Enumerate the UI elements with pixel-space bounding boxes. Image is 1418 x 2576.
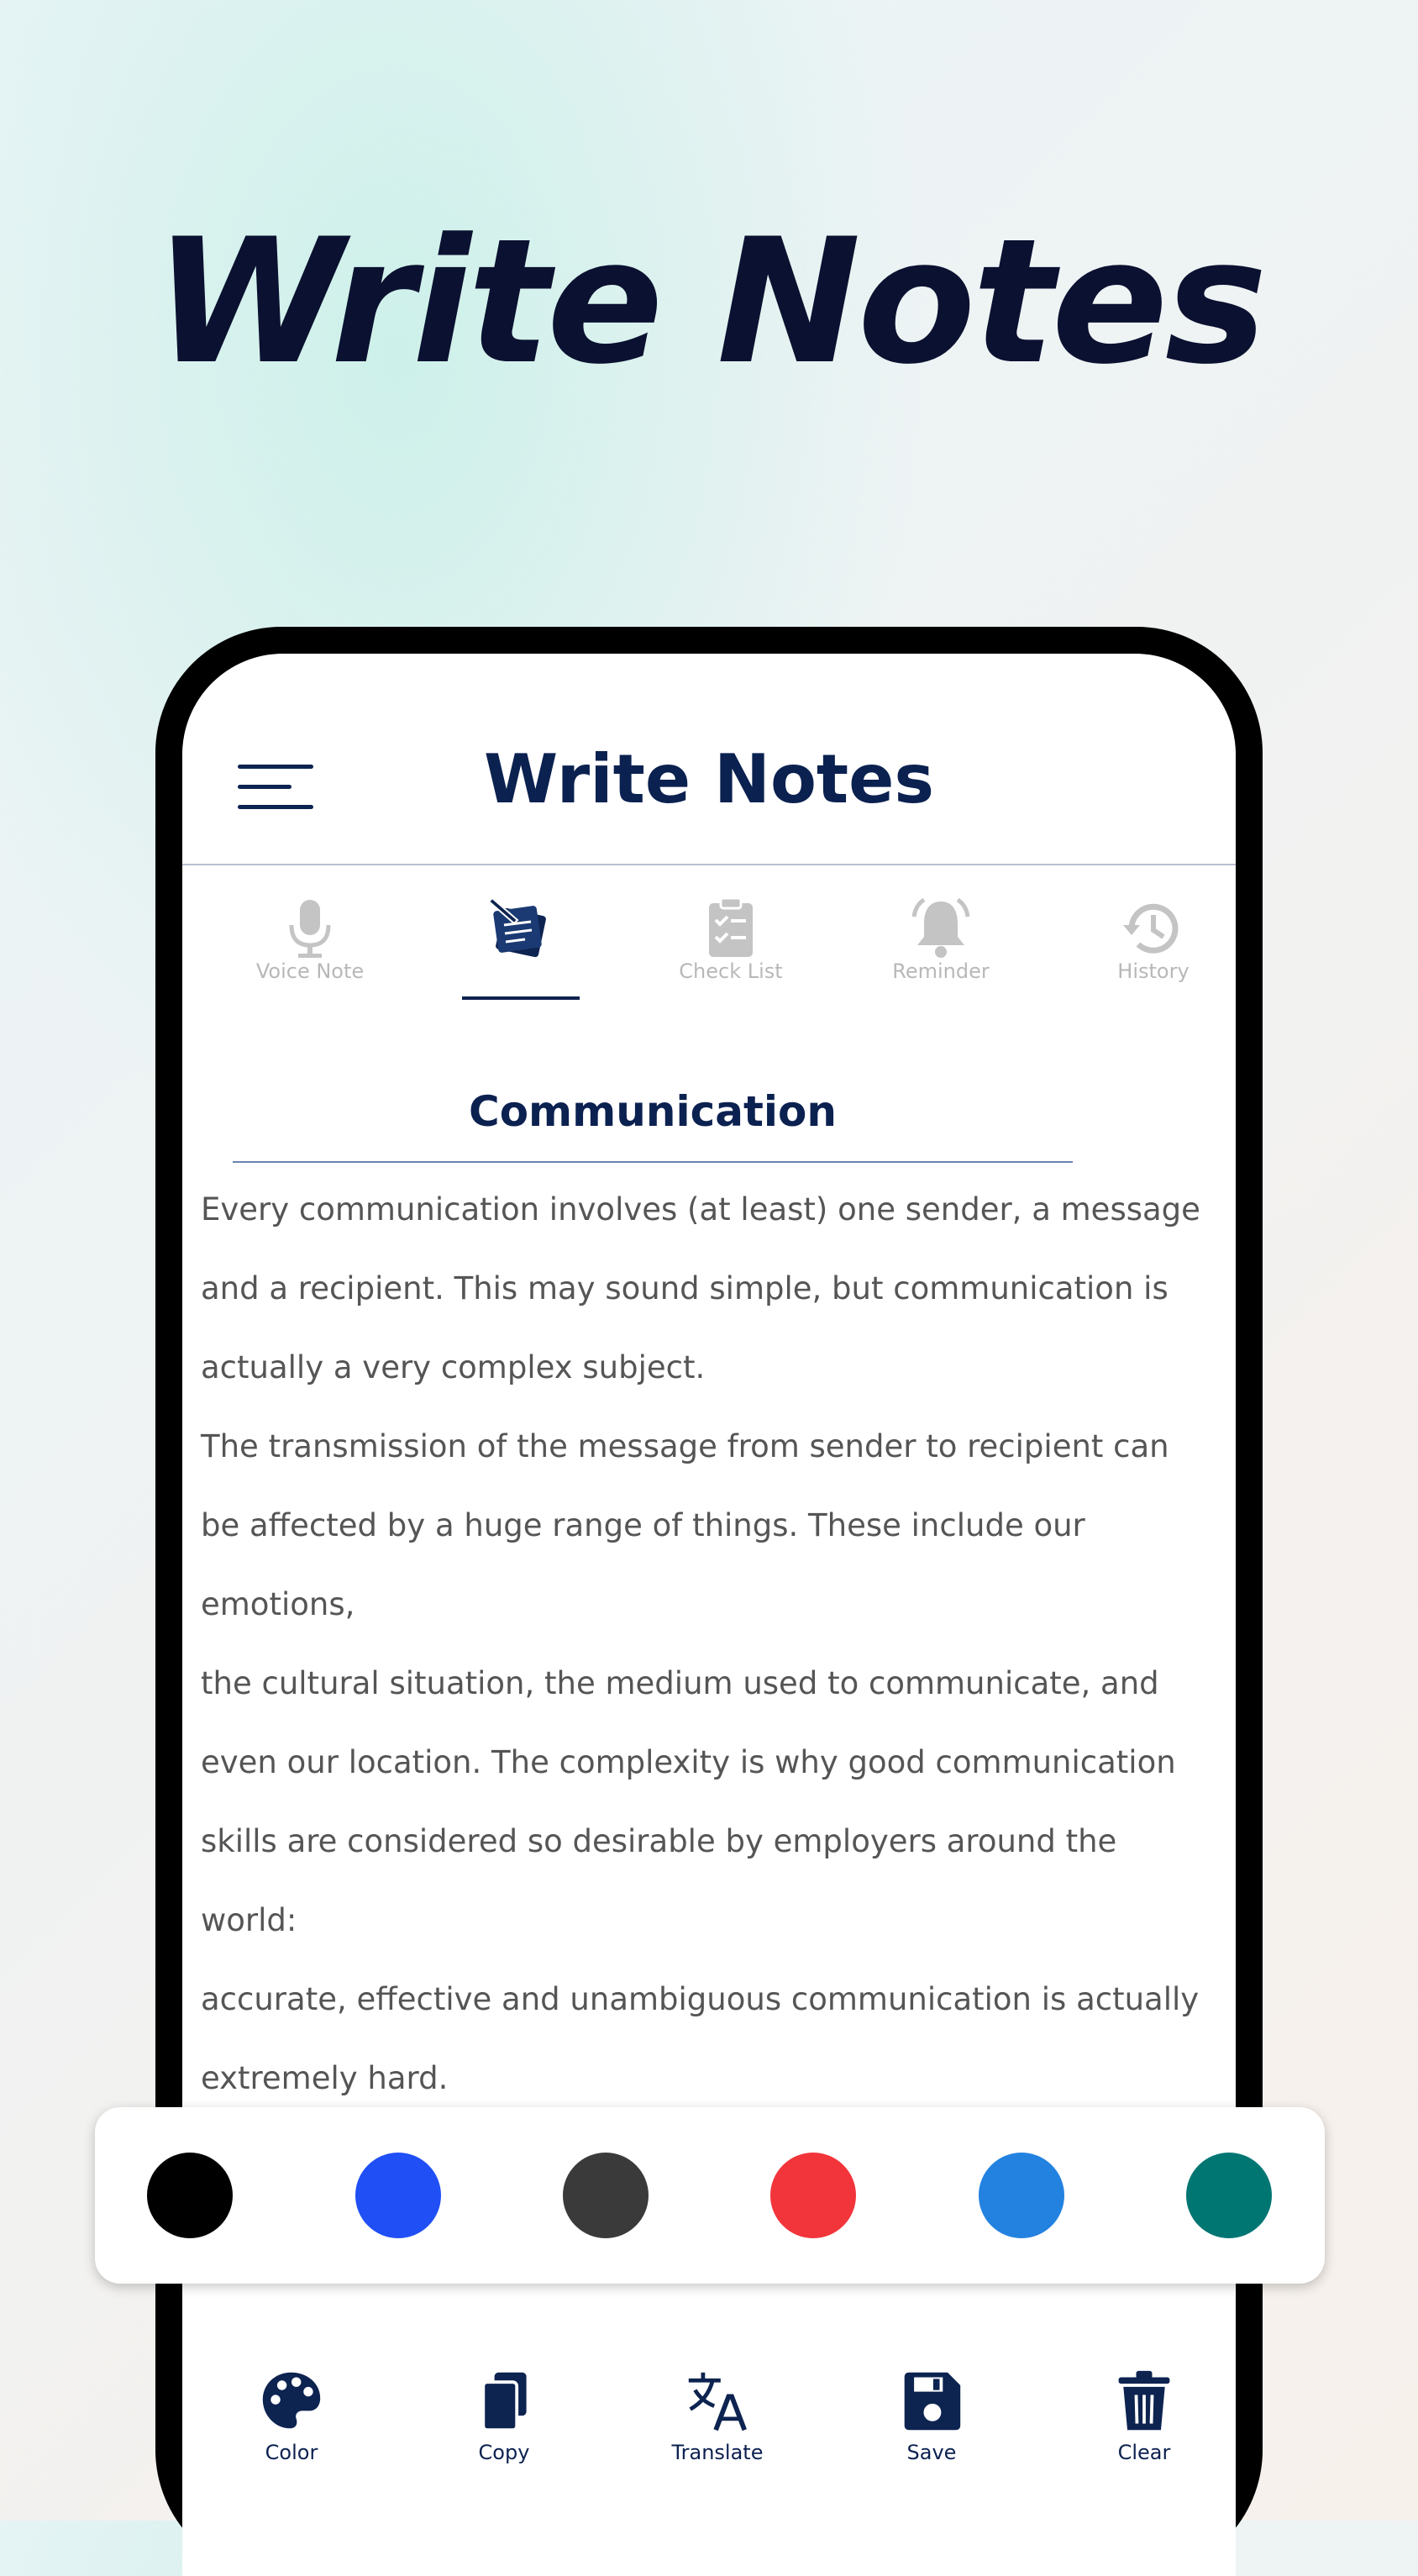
- color-button[interactable]: Color: [207, 2353, 376, 2487]
- color-swatch-light-blue[interactable]: [979, 2153, 1064, 2238]
- translate-button-label: Translate: [671, 2441, 764, 2464]
- save-button[interactable]: Save: [848, 2353, 1016, 2487]
- write-note-icon: [487, 896, 546, 958]
- tab-history[interactable]: History: [1069, 865, 1236, 1008]
- tab-check-list[interactable]: Check List: [647, 865, 815, 1008]
- color-swatch-black[interactable]: [147, 2153, 233, 2238]
- tab-reminder[interactable]: Reminder: [857, 865, 1025, 1008]
- clear-button[interactable]: Clear: [1060, 2353, 1228, 2487]
- note-line: skills are considered so desirable by em…: [201, 1823, 1117, 1938]
- tab-label: Reminder: [892, 959, 990, 983]
- bell-icon: [911, 897, 970, 958]
- color-button-label: Color: [265, 2441, 318, 2464]
- palette-icon: [262, 2372, 321, 2429]
- history-clock-icon: [1123, 903, 1179, 954]
- note-body[interactable]: Every communication involves (at least) …: [201, 1170, 1217, 2118]
- color-swatch-teal[interactable]: [1186, 2153, 1272, 2238]
- save-button-label: Save: [906, 2441, 957, 2464]
- clear-button-label: Clear: [1117, 2441, 1171, 2464]
- app-bar: Write Notes: [182, 654, 1236, 865]
- note-line: The transmission of the message from sen…: [201, 1428, 1169, 1464]
- microphone-icon: [289, 900, 331, 958]
- copy-button[interactable]: Copy: [420, 2353, 588, 2487]
- app-screen: Write Notes Voice Note Check List Remind…: [182, 654, 1236, 2576]
- active-tab-indicator: [462, 996, 580, 1000]
- title-underline: [233, 1161, 1073, 1163]
- tab-voice-note[interactable]: Voice Note: [226, 865, 394, 1008]
- color-swatch-blue[interactable]: [355, 2153, 441, 2238]
- copy-icon: [481, 2372, 527, 2432]
- hero-title: Write Notes: [154, 202, 1267, 402]
- tab-label: Voice Note: [255, 959, 365, 983]
- clipboard-checklist-icon: [709, 896, 753, 957]
- note-line: the cultural situation, the medium used …: [201, 1665, 1159, 1701]
- trash-icon: [1118, 2370, 1170, 2431]
- tab-label: Check List: [679, 959, 783, 983]
- note-line: even our location. The complexity is why…: [201, 1744, 1176, 1780]
- note-line: extremely hard.: [201, 2060, 449, 2096]
- tab-label: History: [1117, 959, 1190, 983]
- translate-button[interactable]: Translate: [633, 2353, 801, 2487]
- translate-icon: [688, 2372, 747, 2431]
- copy-button-label: Copy: [478, 2441, 530, 2464]
- tab-bar: Voice Note Check List Reminder History: [182, 865, 1236, 1008]
- bottom-toolbar: Color Copy Translate Save Clear: [182, 2353, 1236, 2487]
- note-title[interactable]: Communication: [233, 1082, 1073, 1141]
- color-swatch-dark-gray[interactable]: [563, 2153, 649, 2238]
- phone-frame: Write Notes Voice Note Check List Remind…: [155, 627, 1263, 2576]
- note-line: and a recipient. This may sound simple, …: [201, 1270, 1169, 1306]
- tab-write-note[interactable]: [437, 865, 605, 1008]
- color-swatch-red[interactable]: [770, 2153, 856, 2238]
- color-palette: [95, 2107, 1325, 2284]
- note-line: actually a very complex subject.: [201, 1349, 706, 1385]
- note-line: accurate, effective and unambiguous comm…: [201, 1981, 1200, 2017]
- note-line: be affected by a huge range of things. T…: [201, 1507, 1085, 1622]
- app-title: Write Notes: [483, 740, 935, 818]
- save-icon: [904, 2372, 961, 2431]
- note-line: Every communication involves (at least) …: [201, 1191, 1200, 1228]
